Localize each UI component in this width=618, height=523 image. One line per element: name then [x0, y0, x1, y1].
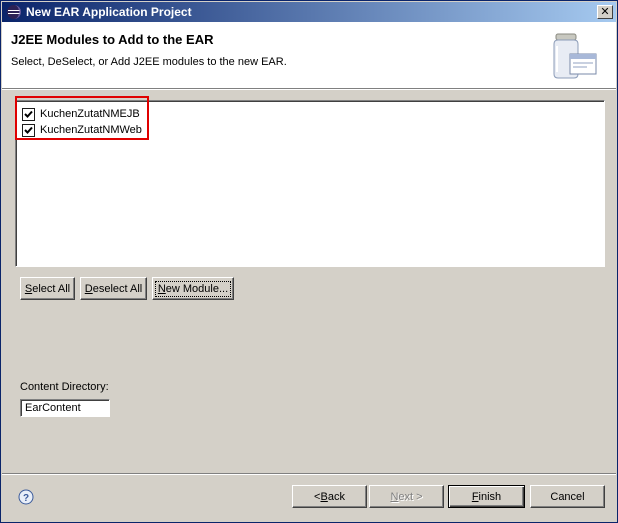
focus-ring: New Module...	[154, 280, 232, 297]
finish-button[interactable]: Finish	[448, 485, 525, 508]
window-title: New EAR Application Project	[26, 5, 192, 19]
content-directory-value: EarContent	[25, 402, 81, 414]
svg-text:?: ?	[23, 493, 29, 504]
close-icon: ✕	[600, 5, 610, 18]
selection-highlight-box	[15, 96, 149, 140]
select-all-button[interactable]: Select All	[20, 277, 75, 300]
content-directory-input[interactable]: EarContent	[20, 399, 110, 417]
dialog-window: New EAR Application Project ✕ J2EE Modul…	[0, 0, 618, 523]
button-bar-separator	[2, 473, 616, 475]
wizard-header: J2EE Modules to Add to the EAR Select, D…	[2, 22, 616, 89]
title-bar[interactable]: New EAR Application Project ✕	[2, 2, 616, 22]
content-directory-label: Content Directory:	[20, 381, 109, 393]
back-button[interactable]: < Back	[292, 485, 367, 508]
cancel-button[interactable]: Cancel	[530, 485, 605, 508]
page-description: Select, DeSelect, or Add J2EE modules to…	[11, 56, 287, 68]
new-module-button[interactable]: New Module...	[152, 277, 234, 300]
eclipse-icon	[7, 5, 21, 19]
deselect-all-button[interactable]: Deselect All	[80, 277, 147, 300]
page-title: J2EE Modules to Add to the EAR	[11, 32, 214, 47]
close-button[interactable]: ✕	[597, 5, 613, 19]
header-separator	[2, 89, 616, 90]
next-button[interactable]: Next >	[369, 485, 444, 508]
jar-wizard-icon	[553, 33, 597, 79]
help-icon[interactable]: ?	[18, 489, 34, 505]
